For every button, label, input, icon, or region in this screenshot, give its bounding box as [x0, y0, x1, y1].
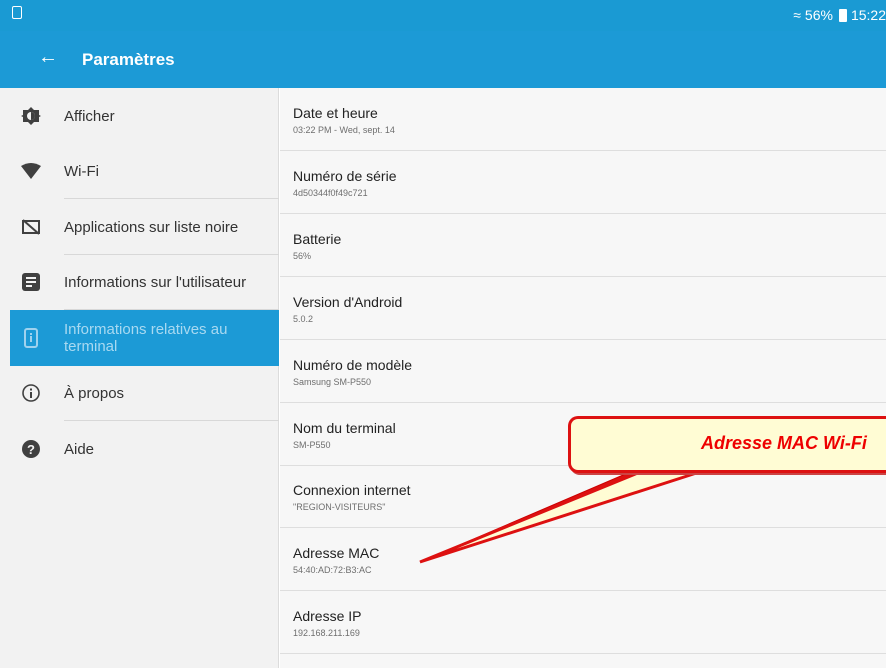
annotation-callout: Adresse MAC Wi-Fi: [568, 416, 886, 473]
annotation-arrow: [419, 466, 713, 564]
annotation-text: Adresse MAC Wi-Fi: [701, 433, 867, 453]
